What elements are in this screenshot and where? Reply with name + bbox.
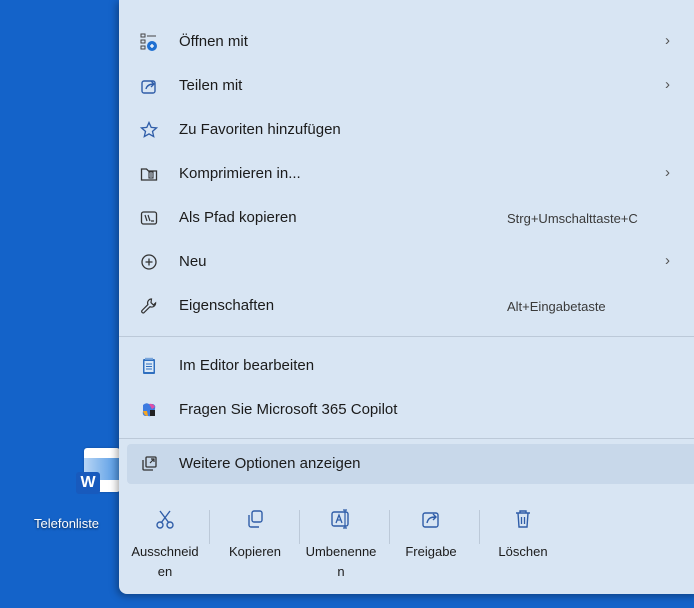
shortcut-text: Alt+Eingabetaste — [507, 299, 606, 314]
chevron-right-icon: › — [665, 164, 670, 181]
copy-label: Kopieren — [228, 544, 282, 559]
more-options-icon — [139, 454, 159, 474]
chevron-right-icon: › — [665, 252, 670, 269]
share-with-icon — [139, 76, 159, 96]
copy-path-icon — [139, 208, 159, 228]
copy-button[interactable]: Kopieren — [217, 502, 293, 588]
share-label: Freigabe — [405, 544, 457, 559]
star-icon — [139, 120, 159, 140]
menu-item-label: Komprimieren in... — [179, 165, 301, 182]
menu-item-ask-copilot[interactable]: Fragen Sie Microsoft 365 Copilot — [127, 390, 694, 430]
open-with-icon — [139, 32, 159, 52]
menu-item-properties[interactable]: Eigenschaften Alt+Eingabetaste — [127, 286, 694, 326]
share-button[interactable]: Freigabe — [393, 502, 469, 588]
menu-item-share-with[interactable]: Teilen mit › — [127, 66, 694, 106]
delete-label: Löschen — [498, 544, 548, 559]
menu-item-show-more-options[interactable]: Weitere Optionen anzeigen — [127, 444, 694, 484]
chevron-right-icon: › — [665, 76, 670, 93]
new-plus-icon — [139, 252, 159, 272]
desktop-file-label: Telefonliste — [34, 516, 100, 531]
rename-icon — [330, 508, 352, 530]
action-divider — [389, 510, 390, 544]
menu-divider — [119, 336, 694, 337]
menu-item-add-favorites[interactable]: Zu Favoriten hinzufügen — [127, 110, 694, 150]
word-document-icon: W ✓ — [76, 446, 132, 494]
trash-icon — [512, 508, 534, 530]
compress-folder-icon — [139, 164, 159, 184]
shortcut-text: Strg+Umschalttaste+C — [507, 211, 638, 226]
menu-item-copy-path[interactable]: Als Pfad kopieren Strg+Umschalttaste+C — [127, 198, 694, 238]
delete-button[interactable]: Löschen — [485, 502, 561, 588]
menu-item-label: Als Pfad kopieren — [179, 209, 297, 226]
scissors-icon — [154, 508, 176, 530]
copilot-icon — [139, 400, 159, 420]
cut-label: Ausschneiden — [131, 544, 199, 579]
menu-item-edit-in-notepad[interactable]: Im Editor bearbeiten — [127, 346, 694, 386]
share-icon — [420, 508, 442, 530]
action-divider — [479, 510, 480, 544]
menu-item-label: Öffnen mit — [179, 33, 248, 50]
menu-divider — [119, 438, 694, 439]
menu-item-label: Neu — [179, 253, 207, 270]
menu-item-new[interactable]: Neu › — [127, 242, 694, 282]
menu-item-label: Im Editor bearbeiten — [179, 357, 315, 374]
quick-action-bar: Ausschneiden Kopieren Umbenennen Freigab… — [127, 502, 567, 588]
action-divider — [299, 510, 300, 544]
notepad-icon — [139, 356, 159, 376]
menu-item-open-with[interactable]: Öffnen mit › — [127, 22, 694, 62]
rename-button[interactable]: Umbenennen — [303, 502, 379, 588]
rename-label: Umbenennen — [305, 544, 377, 579]
cut-button[interactable]: Ausschneiden — [127, 502, 203, 588]
chevron-right-icon: › — [665, 32, 670, 49]
copy-icon — [244, 508, 266, 530]
menu-item-compress[interactable]: Komprimieren in... › — [127, 154, 694, 194]
menu-item-label: Weitere Optionen anzeigen — [179, 455, 361, 472]
context-menu: Öffnen mit › Teilen mit › Zu Favoriten h… — [119, 0, 694, 594]
menu-item-label: Fragen Sie Microsoft 365 Copilot — [179, 401, 398, 418]
wrench-icon — [139, 296, 159, 316]
action-divider — [209, 510, 210, 544]
menu-item-label: Eigenschaften — [179, 297, 275, 314]
menu-item-label: Zu Favoriten hinzufügen — [179, 121, 341, 138]
menu-item-label: Teilen mit — [179, 77, 243, 94]
